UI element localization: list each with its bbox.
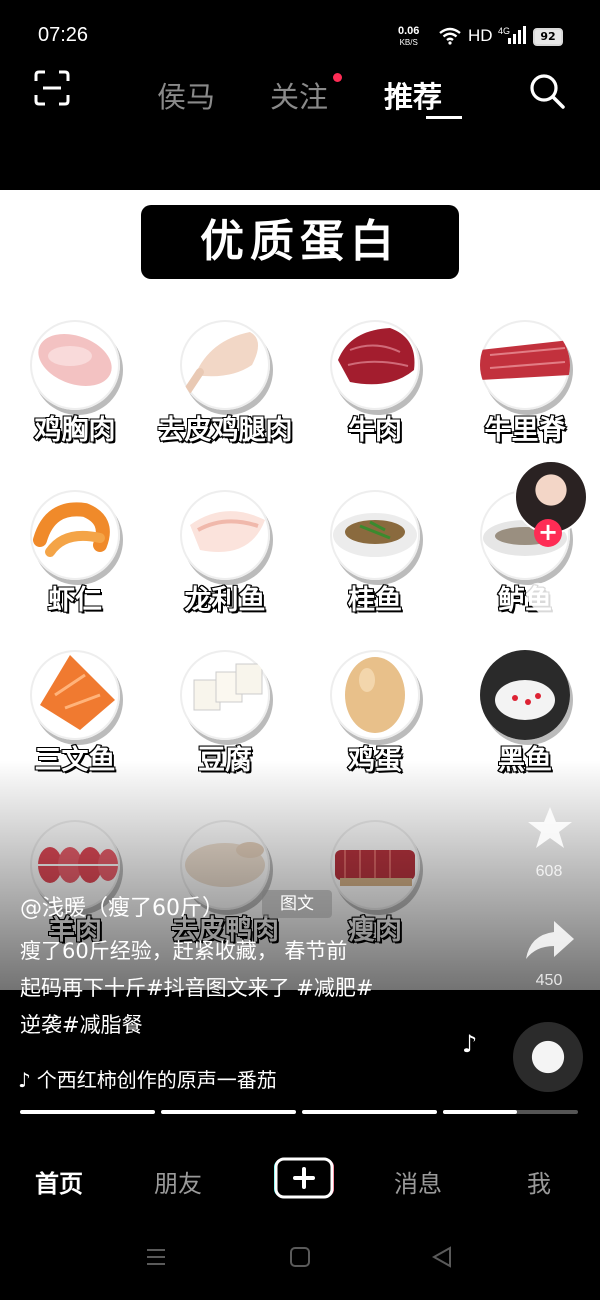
author-name[interactable]: @浅暖（瘦了60斤）	[20, 890, 224, 922]
food-grid: 鸡胸肉 去皮鸡腿肉 牛肉 牛里脊 虾仁 龙利鱼 桂鱼 鲈鱼 三文鱼 豆腐 鸡蛋 黑鱼 羊肉 去皮鸭肉 瘦肉	[0, 190, 600, 990]
post-image-title: 优质蛋白	[141, 205, 459, 279]
food-label: 去皮鸡腿肉	[157, 414, 294, 447]
food-item-beef-tenderloin: 牛里脊	[450, 320, 600, 490]
description-line-2: 起码再下十斤#抖音图文来了 #减肥#	[20, 976, 374, 1000]
nav-home[interactable]: 首页	[35, 1164, 83, 1199]
food-label: 虾仁	[47, 584, 103, 617]
top-nav	[0, 52, 600, 190]
signal-icon: 4G	[498, 26, 526, 44]
progress-segment-4	[443, 1110, 578, 1114]
menu-icon[interactable]	[145, 1246, 167, 1268]
snakehead-fish-image	[480, 650, 570, 740]
favorite-count: 608	[535, 863, 563, 880]
search-icon[interactable]	[529, 73, 565, 109]
music-disc[interactable]	[513, 1022, 583, 1092]
chicken-breast-image	[30, 320, 120, 410]
lean-pork-image	[330, 820, 420, 910]
badge-label: 图文	[280, 894, 314, 914]
nav-me[interactable]: 我	[527, 1164, 551, 1199]
post-image[interactable]: 鸡胸肉 去皮鸡腿肉 牛肉 牛里脊 虾仁 龙利鱼 桂鱼 鲈鱼 三文鱼 豆腐 鸡蛋 黑鱼 羊肉 去皮鸭肉 瘦肉	[0, 190, 600, 990]
progress-segment-1	[20, 1110, 155, 1114]
network-type: 4G	[498, 26, 510, 36]
food-label: 豆腐	[197, 744, 253, 777]
description-line-3: 逆袭#减脂餐	[20, 1013, 143, 1037]
create-plus-button[interactable]	[272, 1157, 336, 1199]
floating-note-icon: ♪	[462, 1030, 478, 1058]
tab-recommend[interactable]: 推荐	[384, 74, 442, 116]
status-time: 07:26	[38, 24, 89, 46]
food-item-snakehead-fish: 黑鱼	[450, 650, 600, 820]
food-label: 牛肉	[347, 414, 403, 447]
food-label: 鸡胸肉	[34, 414, 117, 447]
net-speed-unit: KB/S	[399, 38, 418, 47]
favorite-star-icon[interactable]	[524, 805, 576, 851]
skinless-chicken-leg-image	[180, 320, 270, 410]
wifi-icon	[439, 27, 461, 45]
egg-image	[330, 650, 420, 740]
beef-image	[330, 320, 420, 410]
progress-segment-3	[302, 1110, 437, 1114]
music-note-icon: ♪	[18, 1068, 31, 1092]
food-label: 三文鱼	[34, 744, 117, 777]
like-heart-icon[interactable]	[524, 580, 576, 626]
net-speed-value: 0.06	[398, 25, 420, 37]
like-count: 2776	[531, 637, 567, 654]
food-label: 黑鱼	[497, 744, 553, 777]
status-bar: 07:26 0.06 KB/S HD 4G 92	[0, 0, 600, 52]
food-item-skinless-chicken-leg: 去皮鸡腿肉	[150, 320, 300, 490]
scan-icon[interactable]	[34, 70, 70, 106]
food-label: 龙利鱼	[184, 584, 267, 617]
follow-button[interactable]: +	[534, 519, 562, 547]
food-item-tofu: 豆腐	[150, 650, 300, 820]
shrimp-image	[30, 490, 120, 580]
back-triangle-icon[interactable]	[431, 1246, 453, 1268]
food-item-salmon: 三文鱼	[0, 650, 150, 820]
image-post-badge: 图文	[262, 890, 332, 918]
food-label: 桂鱼	[347, 584, 403, 617]
progress-segment-2	[161, 1110, 296, 1114]
sole-fillet-image	[180, 490, 270, 580]
food-item-beef: 牛肉	[300, 320, 450, 490]
food-item-mandarin-fish: 桂鱼	[300, 490, 450, 660]
beef-tenderloin-image	[480, 320, 570, 410]
nav-messages[interactable]: 消息	[394, 1164, 442, 1199]
mandarin-fish-image	[330, 490, 420, 580]
tab-following[interactable]: 关注	[270, 74, 328, 116]
nav-friends[interactable]: 朋友	[154, 1164, 202, 1199]
food-label: 鸡蛋	[347, 744, 403, 777]
description-line-1: 瘦了60斤经验，赶紧收藏， 春节前	[20, 939, 348, 963]
home-square-icon[interactable]	[289, 1246, 311, 1268]
food-item-egg: 鸡蛋	[300, 650, 450, 820]
music-title: 个西红柿创作的原声一番茄	[36, 1068, 277, 1092]
food-label: 牛里脊	[484, 414, 567, 447]
tab-houma[interactable]: 侯马	[157, 74, 215, 116]
net-speed: 0.06 KB/S	[398, 26, 419, 48]
notification-dot	[333, 73, 342, 82]
tofu-image	[180, 650, 270, 740]
post-description[interactable]: 瘦了60斤经验，赶紧收藏， 春节前 起码再下十斤#抖音图文来了 #减肥# 逆袭#…	[20, 933, 440, 1044]
hd-indicator: HD	[468, 26, 493, 45]
salmon-image	[30, 650, 120, 740]
food-item-chicken-breast: 鸡胸肉	[0, 320, 150, 490]
active-tab-indicator	[426, 116, 462, 119]
music-row[interactable]: ♪ 个西红柿创作的原声一番茄	[18, 1064, 277, 1093]
share-arrow-icon[interactable]	[524, 917, 576, 963]
battery-indicator: 92	[533, 28, 563, 46]
food-item-sole-fillet: 龙利鱼	[150, 490, 300, 660]
share-count: 450	[535, 972, 563, 989]
progress-segment-4-fill	[443, 1110, 518, 1114]
food-item-shrimp: 虾仁	[0, 490, 150, 660]
